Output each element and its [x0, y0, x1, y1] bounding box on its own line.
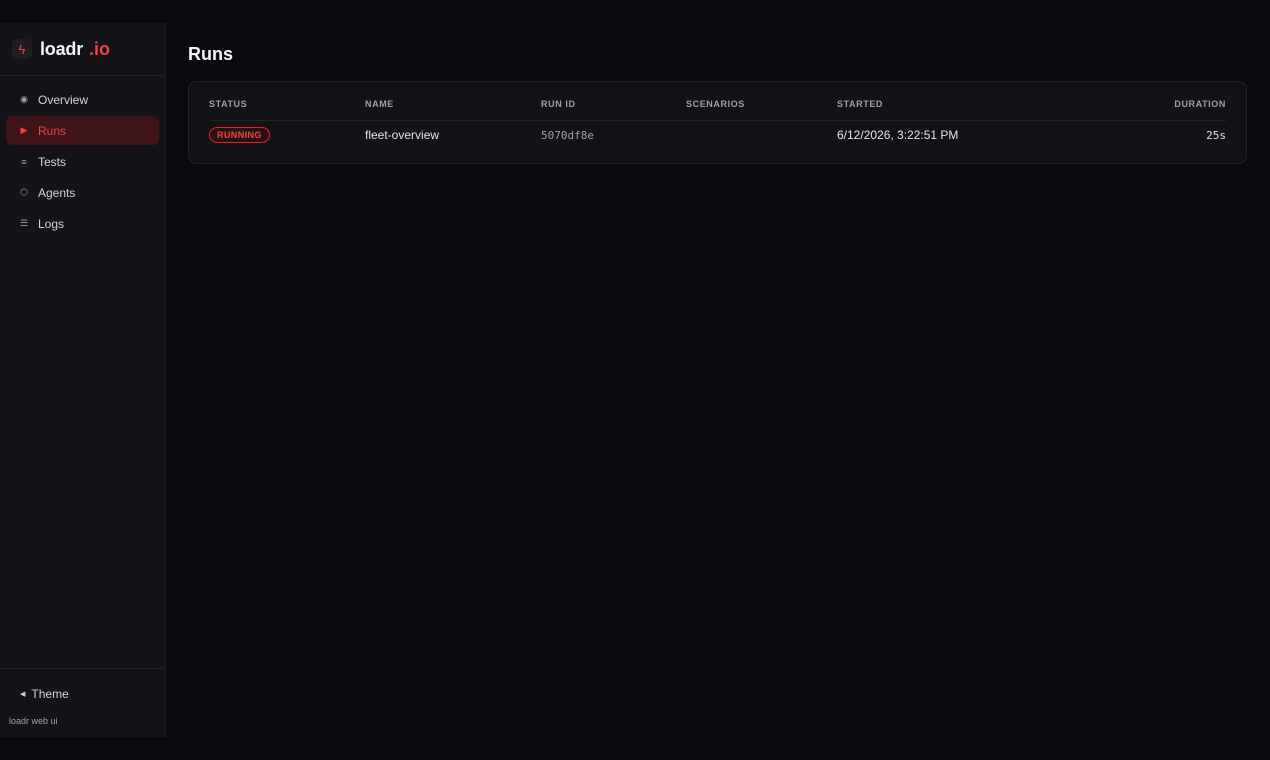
run-scenarios: [686, 120, 837, 150]
runs-table: STATUS NAME RUN ID SCENARIOS STARTED DUR…: [209, 82, 1226, 150]
sidebar-footer: ◀ Theme loadr web ui: [0, 668, 165, 737]
sidebar-item-agents[interactable]: ⬡ Agents: [6, 178, 159, 207]
sidebar-item-label: Runs: [38, 123, 67, 138]
theme-toggle-button[interactable]: ◀ Theme: [20, 687, 69, 701]
column-header-started[interactable]: STARTED: [837, 82, 1077, 121]
page-title: Runs: [188, 44, 233, 64]
runs-table-card: STATUS NAME RUN ID SCENARIOS STARTED DUR…: [188, 81, 1247, 164]
tests-icon: ≡: [21, 156, 27, 167]
chevron-left-icon: ◀: [20, 691, 26, 698]
sidebar: ϟ loadr .io ◉ Overview ▶ Runs ≡ Tests ⬡ …: [0, 23, 166, 737]
sidebar-item-label: Overview: [38, 92, 89, 107]
run-id: 5070df8e: [541, 128, 594, 142]
table-row[interactable]: RUNNING fleet-overview 5070df8e 6/12/202…: [209, 120, 1226, 150]
brand[interactable]: ϟ loadr .io: [0, 23, 165, 76]
sidebar-item-label: Tests: [38, 154, 67, 169]
app-shell: ϟ loadr .io ◉ Overview ▶ Runs ≡ Tests ⬡ …: [0, 23, 1270, 737]
brand-name: loadr: [40, 38, 84, 59]
sidebar-item-label: Agents: [38, 185, 76, 200]
run-duration: 25s: [1206, 128, 1226, 142]
column-header-scenarios[interactable]: SCENARIOS: [686, 82, 837, 121]
status-badge: RUNNING: [209, 127, 270, 143]
play-icon: ▶: [20, 125, 28, 135]
bolt-icon: ϟ: [12, 39, 32, 59]
status-cell: RUNNING: [209, 120, 365, 150]
overview-icon: ◉: [20, 94, 28, 104]
column-header-duration[interactable]: DURATION: [1077, 82, 1226, 121]
sidebar-item-logs[interactable]: ☰ Logs: [6, 209, 159, 238]
hexagon-icon: ⬡: [20, 187, 28, 197]
sidebar-item-runs[interactable]: ▶ Runs: [6, 116, 159, 145]
footer-note: loadr web ui: [9, 716, 58, 726]
column-header-run-id[interactable]: RUN ID: [541, 82, 686, 121]
column-header-name[interactable]: NAME: [365, 82, 541, 121]
run-started: 6/12/2026, 3:22:51 PM: [837, 128, 959, 142]
table-header-row: STATUS NAME RUN ID SCENARIOS STARTED DUR…: [209, 82, 1226, 121]
logs-icon: ☰: [19, 218, 29, 228]
sidebar-item-overview[interactable]: ◉ Overview: [6, 85, 159, 114]
theme-label: Theme: [31, 687, 69, 701]
sidebar-nav: ◉ Overview ▶ Runs ≡ Tests ⬡ Agents ☰ Log…: [0, 76, 165, 238]
sidebar-item-tests[interactable]: ≡ Tests: [6, 147, 159, 176]
column-header-status[interactable]: STATUS: [209, 82, 365, 121]
brand-tld: .io: [89, 38, 111, 59]
run-name[interactable]: fleet-overview: [365, 120, 541, 150]
sidebar-item-label: Logs: [38, 216, 65, 231]
main-content: Runs STATUS NAME RUN ID SCENARIOS STARTE…: [166, 23, 1270, 737]
